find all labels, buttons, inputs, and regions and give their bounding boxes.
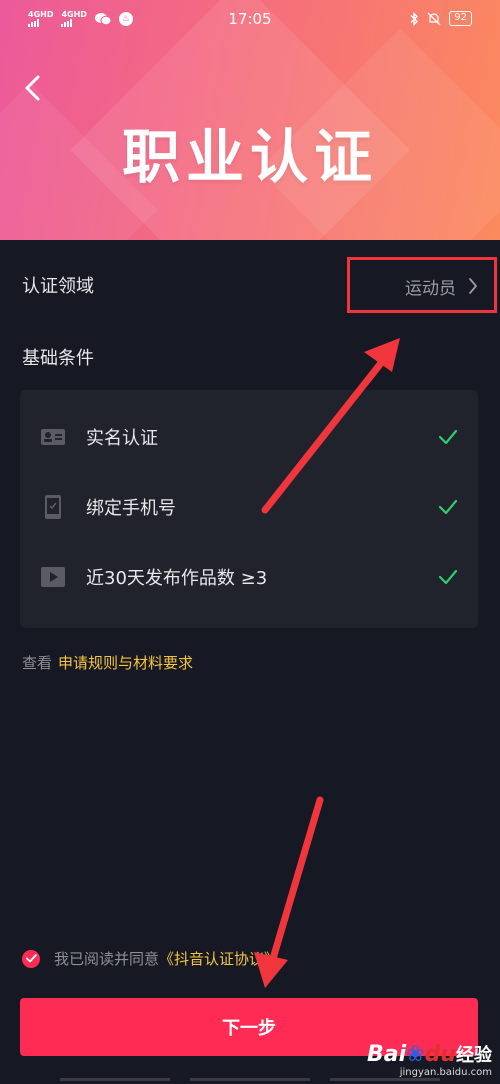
- page-title: 职业认证: [121, 123, 378, 191]
- paw-icon: ❀: [406, 1042, 425, 1067]
- video-icon: [41, 567, 65, 587]
- rules-prefix: 查看: [22, 654, 53, 672]
- condition-item: 绑定手机号: [20, 482, 478, 532]
- back-icon[interactable]: [20, 72, 48, 104]
- check-icon: [25, 954, 37, 963]
- phone-icon: [45, 495, 61, 519]
- agreement-checkbox[interactable]: [22, 949, 40, 968]
- field-label: 认证领域: [22, 276, 94, 297]
- baidu-logo: Bai❀du经验: [366, 1042, 492, 1067]
- watermark-url: jingyan.baidu.com: [399, 1067, 492, 1078]
- id-card-icon: [41, 429, 65, 445]
- agreement-row[interactable]: 我已阅读并同意 《抖音认证协议》: [22, 948, 279, 969]
- conditions-card: 实名认证 绑定手机号 近30天发布作品数 ≥3: [20, 390, 478, 628]
- rules-link[interactable]: 申请规则与材料要求: [58, 654, 193, 672]
- status-bar: 4GHD 4GHD ♨ 17:05 92: [0, 0, 500, 38]
- check-icon: [438, 499, 458, 515]
- baidu-watermark: Bai❀du经验 jingyan.baidu.com: [367, 1041, 492, 1078]
- mute-icon: [427, 12, 441, 25]
- status-right: 92: [409, 11, 472, 26]
- bluetooth-icon: [410, 11, 419, 26]
- condition-item: 实名认证: [20, 412, 478, 462]
- agreement-link[interactable]: 《抖音认证协议》: [159, 948, 279, 969]
- rules-line: 查看 申请规则与材料要求: [22, 652, 193, 673]
- battery-indicator: 92: [449, 11, 472, 26]
- agreement-text: 我已阅读并同意: [54, 950, 160, 968]
- annotation-highlight-box: [347, 257, 497, 313]
- conditions-title: 基础条件: [22, 348, 94, 369]
- condition-item: 近30天发布作品数 ≥3: [20, 552, 478, 602]
- check-icon: [438, 429, 458, 445]
- check-icon: [438, 569, 458, 585]
